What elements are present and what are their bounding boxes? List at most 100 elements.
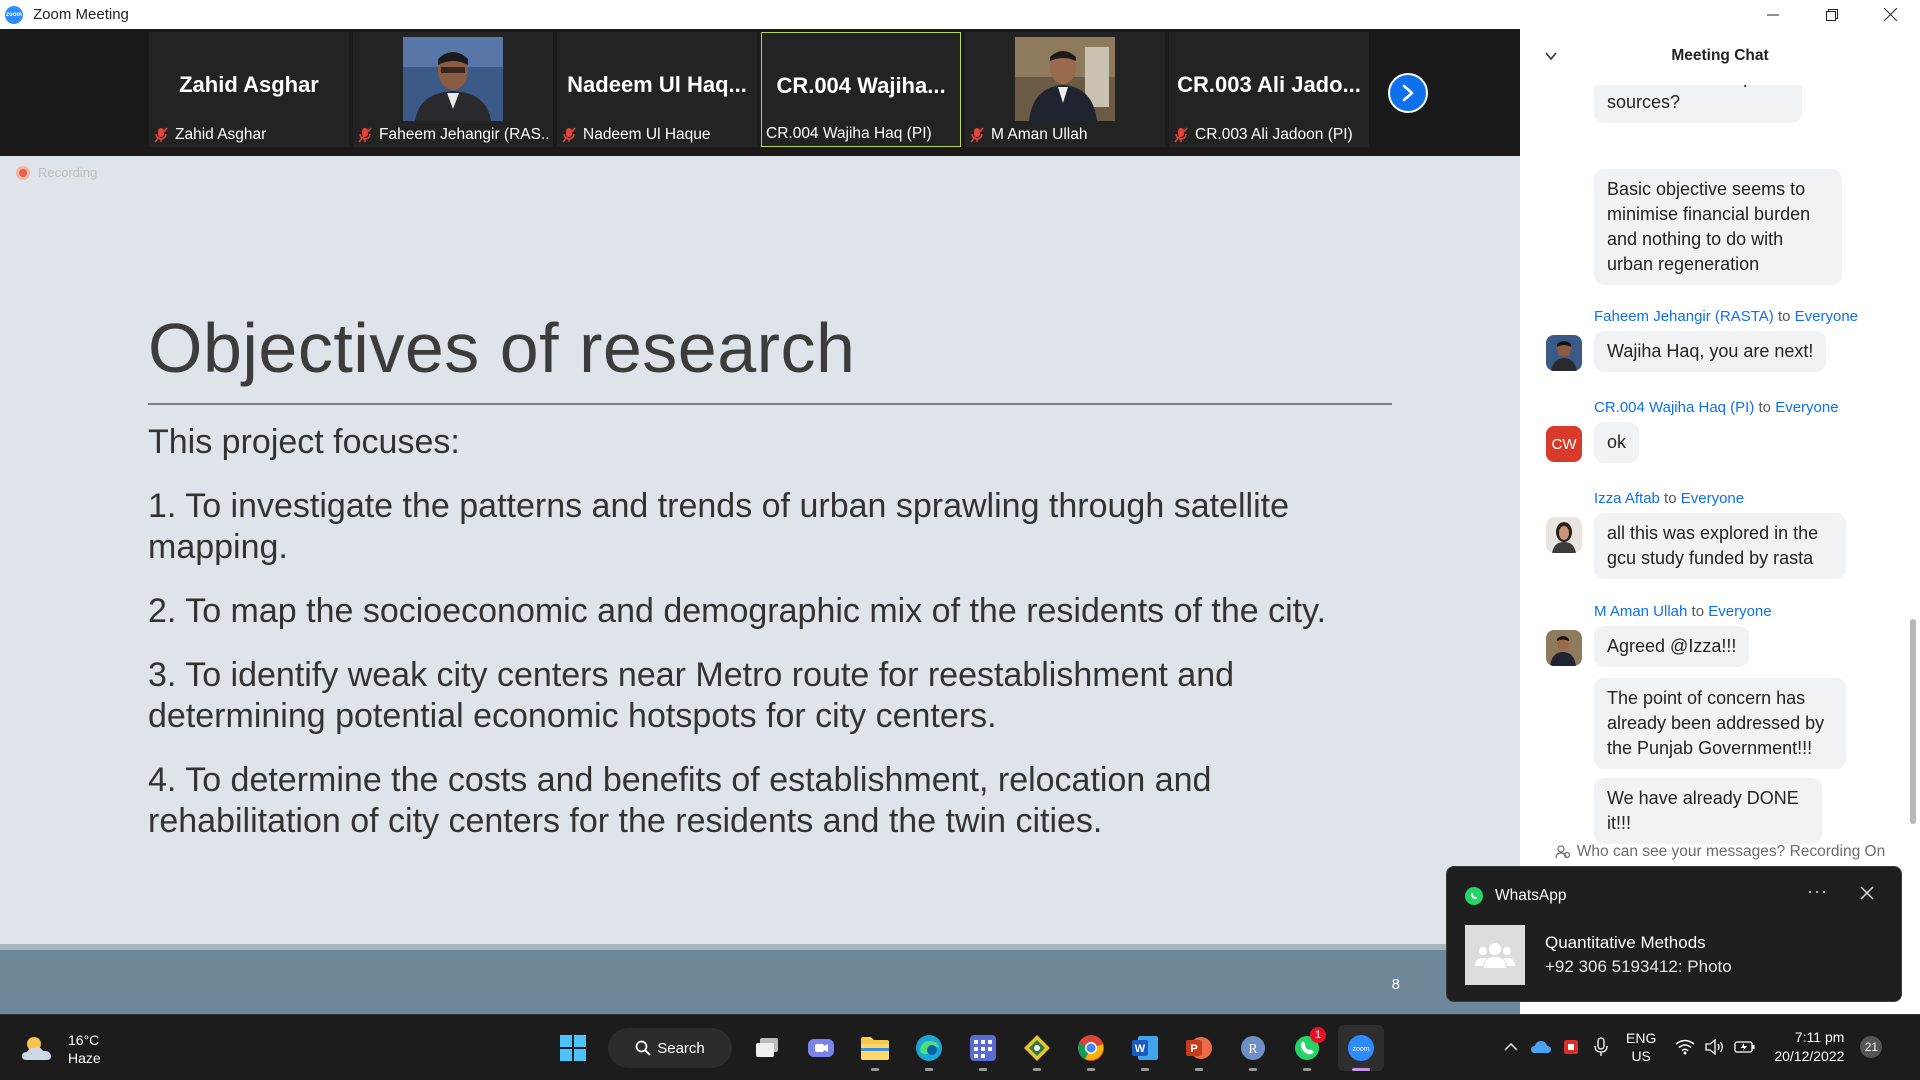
svg-text:zoom: zoom xyxy=(1352,1046,1369,1053)
notification-message: +92 306 5193412: Photo xyxy=(1545,957,1732,976)
participant-name-large: CR.004 Wajiha... xyxy=(776,73,946,98)
participant-label: Nadeem Ul Haque xyxy=(561,125,711,145)
participant-label: Faheem Jehangir (RAS... xyxy=(357,125,551,145)
chat-scrollbar[interactable] xyxy=(1910,619,1916,824)
close-icon[interactable] xyxy=(1859,885,1875,901)
system-clock[interactable]: 7:11 pm 20/12/2022 xyxy=(1774,1028,1844,1066)
start-button[interactable] xyxy=(550,1025,596,1071)
chat-recipient: Everyone xyxy=(1708,603,1772,620)
slide-footer-band: 8 xyxy=(0,944,1520,1014)
participant-name-large: Zahid Asghar xyxy=(179,72,319,97)
svg-text:W: W xyxy=(1135,1043,1146,1055)
avatar-aman-image xyxy=(1546,630,1582,666)
whatsapp-notification[interactable]: WhatsApp ··· Quantitative Methods +92 30… xyxy=(1446,866,1902,1002)
chat-sender-line: M Aman Ullah to Everyone xyxy=(1594,603,1772,620)
participant-name-large: Nadeem Ul Haq... xyxy=(567,72,747,97)
chat-sender: Faheem Jehangir (RASTA) xyxy=(1594,308,1774,325)
participant-strip: Zahid Asghar Zahid Asghar Faheem Jehangi… xyxy=(0,29,1520,156)
microphone-tray[interactable] xyxy=(1587,1033,1615,1061)
clock-time: 7:11 pm xyxy=(1794,1029,1845,1045)
restore-button[interactable] xyxy=(1802,0,1861,29)
r-language-icon: R xyxy=(1241,1036,1265,1060)
taskbar-edge[interactable] xyxy=(906,1025,952,1071)
close-window-button[interactable] xyxy=(1861,0,1920,29)
weather-description: Haze xyxy=(68,1050,101,1066)
taskbar-file-explorer[interactable] xyxy=(852,1025,898,1071)
taskbar-word[interactable]: W xyxy=(1122,1025,1168,1071)
recording-indicator[interactable]: Recording xyxy=(16,165,97,180)
restore-icon xyxy=(1825,8,1838,21)
battery-tray[interactable] xyxy=(1731,1033,1759,1061)
chat-to: to xyxy=(1777,308,1791,325)
recording-dot-icon xyxy=(16,165,30,180)
chat-message: ok xyxy=(1594,422,1640,463)
minimize-button[interactable] xyxy=(1743,0,1802,29)
chat-visibility-notice[interactable]: Who can see your messages? Recording On xyxy=(1520,837,1920,867)
mic-muted-icon xyxy=(970,127,984,143)
taskbar-r-app[interactable]: R xyxy=(1230,1025,1276,1071)
participant-name-large: CR.003 Ali Jado... xyxy=(1177,72,1361,97)
participant-tile[interactable]: Nadeem Ul Haq... Nadeem Ul Haque xyxy=(557,32,757,147)
word-icon: W xyxy=(1132,1036,1158,1060)
search-label: Search xyxy=(657,1039,705,1057)
participant-tile[interactable]: Zahid Asghar Zahid Asghar xyxy=(149,32,349,147)
chat-recipient: Everyone xyxy=(1794,308,1859,325)
notification-center-badge[interactable]: 21 xyxy=(1860,1036,1883,1058)
clock-date: 20/12/2022 xyxy=(1774,1048,1845,1064)
participant-tile-active[interactable]: CR.004 Wajiha... CR.004 Wajiha Haq (PI) xyxy=(761,32,961,147)
zoom-icon: zoom xyxy=(1348,1035,1374,1061)
wifi-tray[interactable] xyxy=(1671,1033,1699,1061)
whatsapp-unread-badge: 1 xyxy=(1310,1027,1326,1043)
participant-label: M Aman Ullah xyxy=(969,125,1087,145)
participant-tile[interactable]: CR.003 Ali Jado... CR.003 Ali Jadoon (PI… xyxy=(1169,32,1369,147)
chat-sender-line: CR.004 Wajiha Haq (PI) to Everyone xyxy=(1594,399,1839,416)
meeting-area: Zahid Asghar Zahid Asghar Faheem Jehangi… xyxy=(0,29,1520,1014)
avatar-izza-image xyxy=(1546,517,1582,553)
people-icon xyxy=(1555,845,1570,859)
task-view-button[interactable] xyxy=(744,1025,790,1071)
chat-sender: CR.004 Wajiha Haq (PI) xyxy=(1594,399,1755,416)
taskbar-git-app[interactable] xyxy=(1014,1025,1060,1071)
next-participants-button[interactable] xyxy=(1388,73,1428,113)
chat-message: The point of concern has already been ad… xyxy=(1594,678,1846,769)
participant-tile[interactable]: Faheem Jehangir (RAS... xyxy=(353,32,553,147)
svg-text:P: P xyxy=(1190,1043,1197,1055)
taskbar-search[interactable]: Search xyxy=(608,1028,732,1068)
weather-temperature: 16°C xyxy=(68,1032,100,1048)
onedrive-tray[interactable] xyxy=(1527,1033,1555,1061)
chrome-browser-icon xyxy=(1078,1035,1104,1061)
chat-message: Basic objective seems to minimise financ… xyxy=(1594,169,1842,285)
participant-label-text: Nadeem Ul Haque xyxy=(583,126,711,143)
taskbar-teams-meet[interactable] xyxy=(798,1025,844,1071)
more-options-icon[interactable]: ··· xyxy=(1807,881,1828,902)
chat-sender-line: Izza Aftab to Everyone xyxy=(1594,490,1744,507)
chevron-right-icon xyxy=(1402,84,1414,102)
weather-widget[interactable]: 16°C Haze xyxy=(20,1031,101,1067)
chat-messages[interactable]: evidence of cheaper sources? Basic objec… xyxy=(1520,69,1905,859)
taskbar-chrome[interactable] xyxy=(1068,1025,1114,1071)
language-indicator[interactable]: ENG US xyxy=(1626,1029,1656,1065)
taskbar-whatsapp[interactable]: 1 xyxy=(1284,1025,1330,1071)
slide-item: 2. To map the socioeconomic and demograp… xyxy=(148,592,1327,630)
notification-app-name: WhatsApp xyxy=(1495,887,1567,904)
weather-haze-icon xyxy=(22,1037,51,1060)
mic-muted-icon xyxy=(562,127,576,143)
taskbar-calendar-app[interactable] xyxy=(960,1025,1006,1071)
language-code: ENG xyxy=(1626,1030,1657,1046)
mic-muted-icon xyxy=(1174,127,1188,143)
chat-header: Meeting Chat xyxy=(1520,29,1920,85)
close-icon xyxy=(1884,8,1897,21)
participant-label: Zahid Asghar xyxy=(153,125,266,145)
participant-tile[interactable]: M Aman Ullah xyxy=(965,32,1165,147)
taskbar-powerpoint[interactable]: P xyxy=(1176,1025,1222,1071)
mic-muted-icon xyxy=(358,127,372,143)
search-icon xyxy=(635,1040,651,1056)
taskbar-zoom[interactable]: zoom xyxy=(1338,1025,1384,1071)
microphone-icon xyxy=(1594,1037,1608,1056)
show-hidden-icons[interactable] xyxy=(1497,1033,1525,1061)
volume-tray[interactable] xyxy=(1701,1033,1729,1061)
avatar xyxy=(1546,630,1582,666)
chat-message: Agreed @Izza!!! xyxy=(1594,626,1750,667)
app-tray-icon[interactable] xyxy=(1557,1033,1585,1061)
red-app-icon xyxy=(1564,1040,1578,1054)
